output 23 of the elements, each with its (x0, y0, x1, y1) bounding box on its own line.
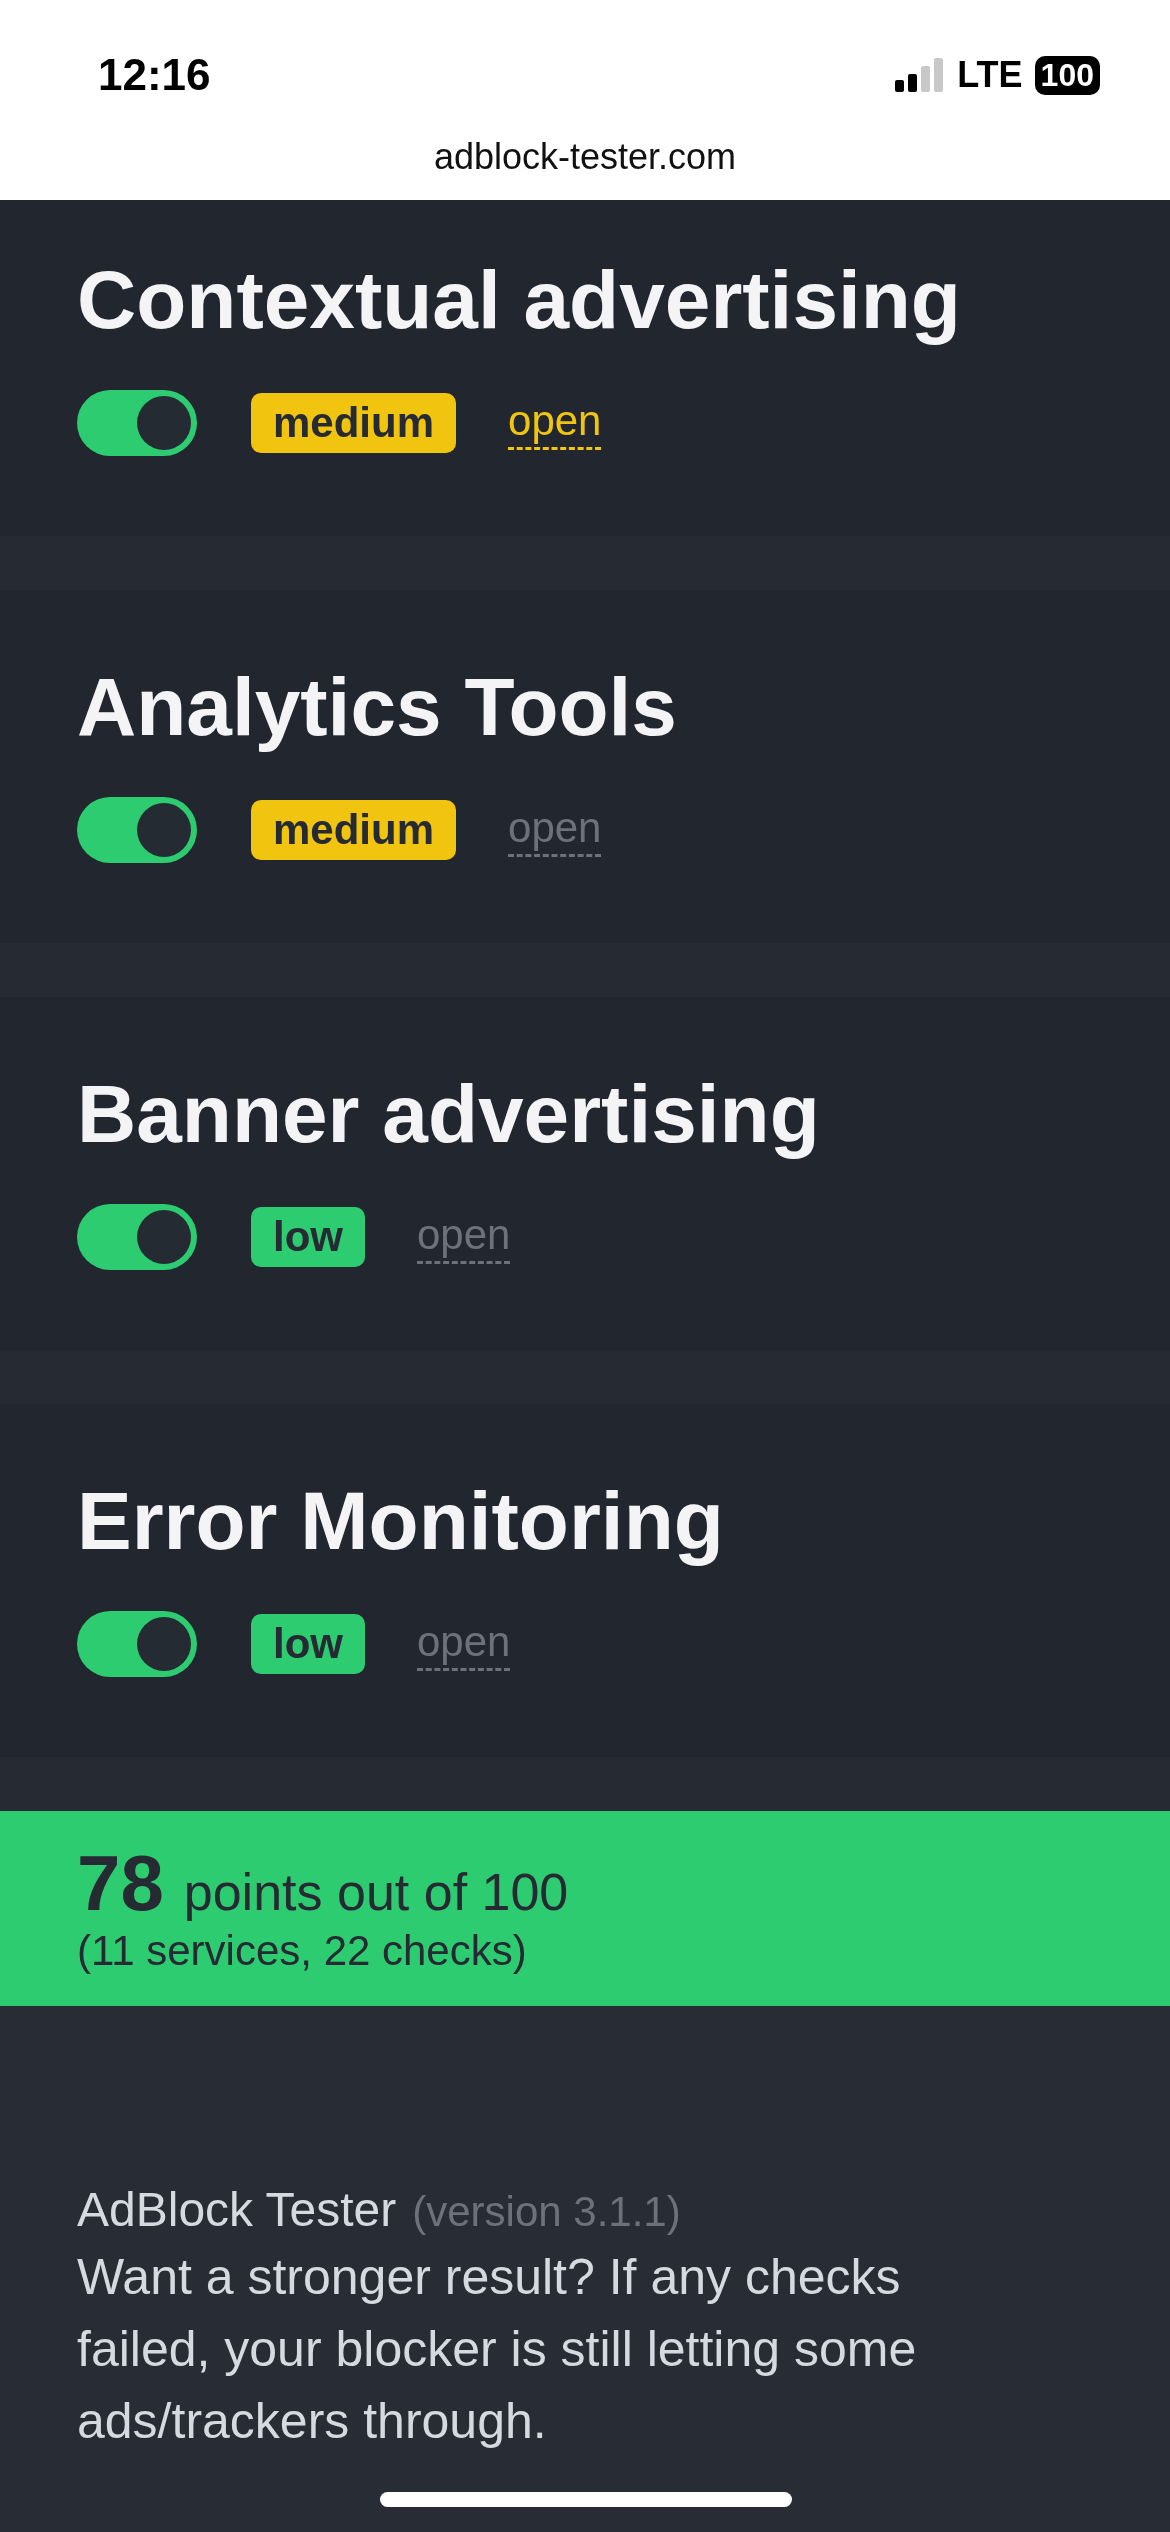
service-title: Contextual advertising (77, 253, 962, 347)
severity-badge: medium (251, 800, 457, 860)
severity-badge: medium (251, 393, 457, 453)
service-title: Banner advertising (77, 1067, 821, 1161)
score-label: points out of 100 (183, 1862, 569, 1922)
address-url[interactable]: adblock-tester.com (0, 136, 1170, 178)
service-title: Error Monitoring (77, 1474, 725, 1568)
score-detail: (11 services, 22 checks) (77, 1927, 528, 1975)
severity-badge: low (251, 1614, 365, 1674)
score-points: 78 (77, 1841, 164, 1925)
open-link[interactable]: open (508, 803, 602, 857)
app-name: AdBlock Tester (77, 2182, 397, 2237)
battery-level: 100 (1034, 55, 1100, 95)
open-link[interactable]: open (417, 1617, 511, 1671)
open-link[interactable]: open (417, 1210, 511, 1264)
signal-icon (895, 58, 946, 92)
open-link[interactable]: open (508, 396, 602, 450)
service-title: Analytics Tools (77, 660, 678, 754)
severity-badge: low (251, 1207, 365, 1267)
app-version: (version 3.1.1) (412, 2188, 681, 2236)
network-type: LTE (957, 54, 1023, 96)
status-time: 12:16 (98, 50, 211, 100)
footer-text: Want a stronger result? If any checks failed, your blocker is still letting some ads/trackers through. (77, 2248, 918, 2451)
